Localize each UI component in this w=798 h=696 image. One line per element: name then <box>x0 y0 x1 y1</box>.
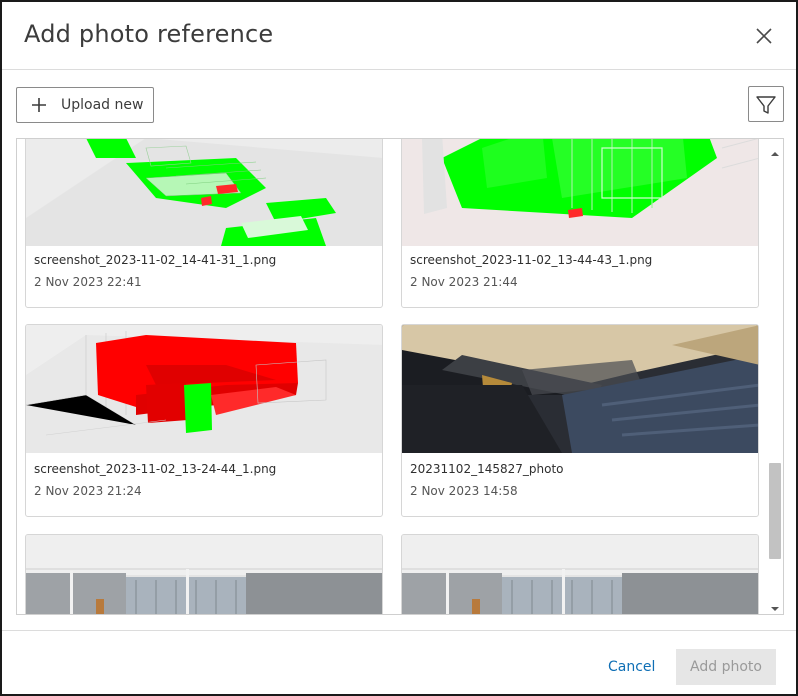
photo-file-name: screenshot_2023-11-02_13-24-44_1.png <box>34 462 277 476</box>
photo-card[interactable]: 20231102_145827_photo 2 Nov 2023 14:58 <box>401 324 759 517</box>
photo-thumbnail <box>402 325 758 453</box>
photo-card[interactable]: screenshot_2023-11-02_14-41-31_1.png 2 N… <box>25 139 383 308</box>
photo-thumbnail <box>26 535 382 614</box>
photo-thumbnail <box>26 325 382 453</box>
filter-button[interactable] <box>748 86 784 122</box>
scroll-up-icon[interactable] <box>770 144 780 156</box>
scroll-thumb[interactable] <box>769 463 781 559</box>
add-photo-button[interactable]: Add photo <box>676 649 776 685</box>
cancel-button[interactable]: Cancel <box>608 659 655 675</box>
photo-card[interactable]: screenshot_2023-11-02_13-44-43_1.png 2 N… <box>401 139 759 308</box>
photo-date: 2 Nov 2023 21:44 <box>410 275 518 289</box>
close-icon[interactable] <box>752 24 776 48</box>
photo-date: 2 Nov 2023 22:41 <box>34 275 142 289</box>
photo-card[interactable] <box>25 534 383 614</box>
add-photo-dialog: Add photo reference Upload new screensho… <box>0 0 798 696</box>
plus-icon <box>31 97 47 113</box>
scrollbar[interactable] <box>767 139 783 614</box>
scroll-down-icon[interactable] <box>770 599 780 611</box>
photo-file-name: screenshot_2023-11-02_14-41-31_1.png <box>34 253 277 267</box>
photo-thumbnail <box>26 139 382 246</box>
dialog-footer: Cancel Add photo <box>2 630 796 694</box>
upload-new-button[interactable]: Upload new <box>16 87 154 123</box>
dialog-title: Add photo reference <box>24 20 274 48</box>
photo-card[interactable] <box>401 534 759 614</box>
photo-list[interactable]: screenshot_2023-11-02_14-41-31_1.png 2 N… <box>16 138 784 615</box>
photo-thumbnail <box>402 535 758 614</box>
photo-date: 2 Nov 2023 21:24 <box>34 484 142 498</box>
photo-card[interactable]: screenshot_2023-11-02_13-24-44_1.png 2 N… <box>25 324 383 517</box>
photo-date: 2 Nov 2023 14:58 <box>410 484 518 498</box>
photo-file-name: 20231102_145827_photo <box>410 462 564 476</box>
photo-file-name: screenshot_2023-11-02_13-44-43_1.png <box>410 253 653 267</box>
upload-new-label: Upload new <box>61 97 144 113</box>
photo-thumbnail <box>402 139 758 246</box>
dialog-header: Add photo reference <box>2 2 796 70</box>
